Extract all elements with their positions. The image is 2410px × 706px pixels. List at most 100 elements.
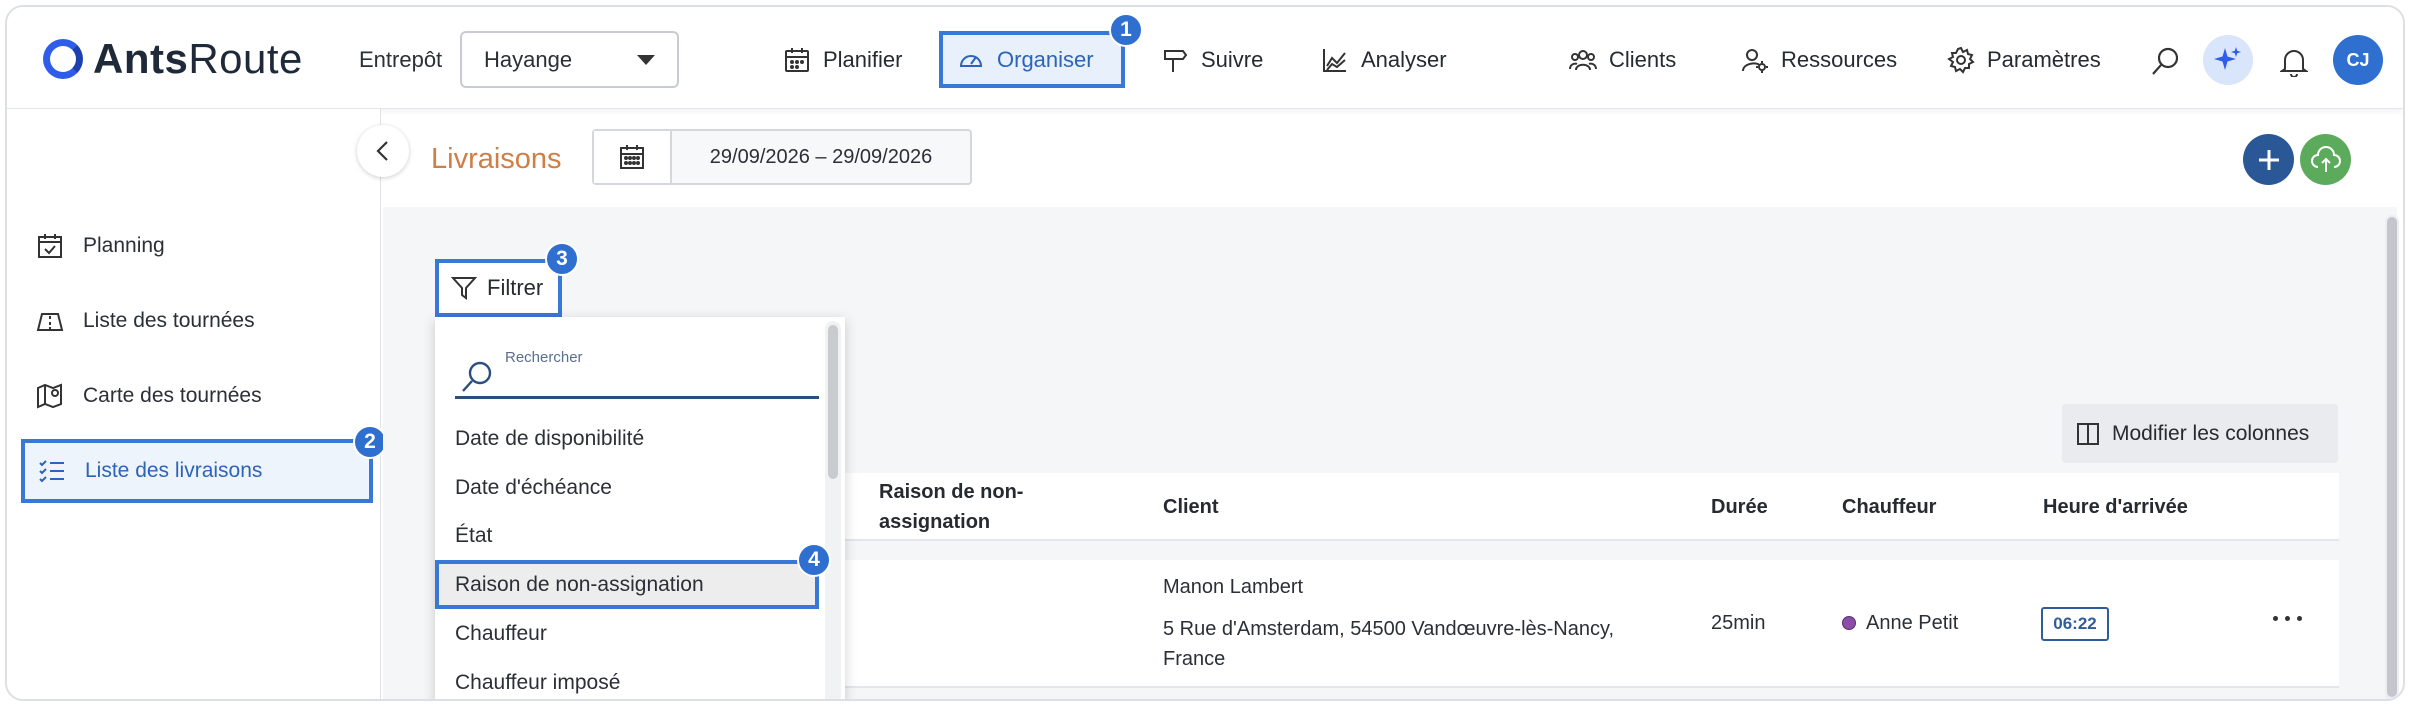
step-badge: 2 — [353, 425, 387, 459]
nav-suivre-label: Suivre — [1201, 46, 1264, 72]
cloud-upload-icon — [2310, 145, 2341, 172]
logo-icon — [43, 39, 83, 79]
column-header-duration[interactable]: Durée — [1711, 492, 1768, 522]
client-address-line2: France — [1163, 648, 1226, 670]
nav-planifier-label: Planifier — [823, 46, 903, 72]
route-list-icon — [36, 313, 64, 331]
sidebar-item-label: Liste des livraisons — [85, 459, 263, 482]
logo-text-light: Route — [188, 35, 303, 82]
nav-parametres-label: Paramètres — [1987, 46, 2101, 72]
dropdown-scrollbar[interactable] — [825, 321, 841, 699]
sparkle-icon — [2214, 47, 2241, 70]
calendar-icon — [620, 145, 644, 169]
funnel-icon — [451, 277, 477, 300]
filter-button[interactable]: Filtrer — [435, 259, 562, 317]
app-logo[interactable]: AntsRoute — [43, 35, 303, 83]
client-address-line1: 5 Rue d'Amsterdam, 54500 Vandœuvre-lès-N… — [1163, 618, 1615, 640]
page-title: Livraisons — [431, 143, 562, 175]
nav-organiser[interactable]: Organiser — [939, 31, 1125, 88]
bell-icon — [2280, 50, 2308, 77]
filter-option[interactable]: Chauffeur — [435, 609, 819, 658]
map-pin-icon — [37, 383, 62, 409]
warehouse-select[interactable]: Hayange — [460, 31, 679, 88]
column-header-driver[interactable]: Chauffeur — [1842, 492, 1936, 522]
nav-analyser[interactable]: Analyser — [1307, 31, 1461, 88]
nav-organiser-label: Organiser — [997, 46, 1094, 72]
search-button[interactable] — [2147, 43, 2183, 79]
step-badge: 1 — [1109, 13, 1143, 47]
nav-clients[interactable]: Clients — [1555, 31, 1690, 88]
logo-text-bold: Ants — [93, 35, 189, 82]
filter-option[interactable]: Date de disponibilité — [435, 414, 819, 463]
modify-columns-label: Modifier les colonnes — [2112, 421, 2310, 445]
app-window: AntsRoute Entrepôt Hayange Planifier Org… — [5, 5, 2405, 701]
filter-button-label: Filtrer — [487, 275, 544, 300]
filter-search-placeholder: Rechercher — [505, 349, 583, 366]
notifications-button[interactable] — [2277, 45, 2311, 79]
calendar-icon — [785, 47, 809, 72]
user-avatar[interactable]: CJ — [2333, 35, 2383, 85]
nav-clients-label: Clients — [1609, 46, 1677, 72]
filter-dropdown: Rechercher Date de disponibilité Date d'… — [435, 317, 845, 699]
calendar-button[interactable] — [594, 131, 672, 183]
date-range-value: 29/09/2026 – 29/09/2026 — [709, 145, 933, 168]
nav-parametres[interactable]: Paramètres — [1933, 31, 2115, 88]
date-range-picker[interactable]: 29/09/2026 – 29/09/2026 — [592, 129, 972, 185]
nav-ressources[interactable]: Ressources — [1727, 31, 1911, 88]
filter-option[interactable]: Date d'échéance — [435, 463, 819, 512]
sidebar-item-liste-tournees[interactable]: Liste des tournées — [27, 290, 373, 352]
driver-cell: Anne Petit — [1842, 608, 1958, 638]
filter-option-highlighted[interactable]: Raison de non-assignation — [435, 560, 819, 609]
sidebar-item-carte-tournees[interactable]: Carte des tournées — [27, 365, 373, 427]
driver-color-dot — [1842, 616, 1856, 630]
sidebar-item-label: Liste des tournées — [83, 309, 255, 332]
gauge-icon — [959, 54, 983, 67]
more-icon — [2273, 616, 2278, 621]
duration-value: 25min — [1711, 612, 1766, 634]
step-badge: 3 — [545, 242, 579, 276]
filter-option[interactable]: Chauffeur imposé — [435, 658, 819, 699]
scrollbar-thumb[interactable] — [828, 325, 838, 479]
nav-planifier[interactable]: Planifier — [769, 31, 916, 88]
collapse-sidebar-button[interactable] — [357, 125, 409, 177]
table-header: Raison de non- assignation Client Durée … — [843, 473, 2339, 541]
column-header-arrival[interactable]: Heure d'arrivée — [2043, 492, 2188, 522]
client-address: 5 Rue d'Amsterdam, 54500 Vandœuvre-lès-N… — [1163, 614, 1614, 674]
client-name: Manon Lambert — [1163, 576, 1304, 598]
filter-option[interactable]: État — [435, 511, 819, 560]
signpost-icon — [1164, 49, 1188, 72]
table-row[interactable]: Manon Lambert 5 Rue d'Amsterdam, 54500 V… — [843, 560, 2339, 688]
row-actions-button[interactable] — [2273, 616, 2302, 621]
add-delivery-button[interactable] — [2243, 134, 2294, 185]
sidebar-item-planning[interactable]: Planning — [27, 215, 373, 277]
sidebar-item-liste-livraisons[interactable]: Liste des livraisons — [21, 439, 373, 503]
main-scrollbar[interactable] — [2385, 215, 2399, 699]
modify-columns-button[interactable]: Modifier les colonnes — [2062, 404, 2338, 463]
user-gear-icon — [1742, 48, 1768, 73]
checklist-icon — [39, 460, 64, 483]
users-icon — [1569, 49, 1597, 70]
nav-ressources-label: Ressources — [1781, 46, 1898, 72]
sidebar-item-label: Planning — [83, 234, 165, 257]
chevron-down-icon — [637, 54, 655, 65]
chart-icon — [1323, 48, 1346, 72]
column-header-reason-line1: Raison de non- — [879, 481, 1024, 503]
nav-suivre[interactable]: Suivre — [1147, 31, 1277, 88]
search-icon — [2152, 47, 2179, 75]
import-button[interactable] — [2300, 134, 2351, 185]
arrival-time-badge: 06:22 — [2041, 607, 2109, 641]
calendar-check-icon — [38, 234, 62, 258]
columns-icon — [2077, 422, 2099, 445]
chevron-left-icon — [376, 141, 388, 161]
warehouse-value: Hayange — [484, 46, 573, 72]
ai-assistant-button[interactable] — [2203, 35, 2253, 85]
warehouse-label: Entrepôt — [359, 47, 443, 72]
column-header-client[interactable]: Client — [1163, 492, 1219, 522]
sidebar-item-label: Carte des tournées — [83, 384, 262, 407]
filter-search-input[interactable]: Rechercher — [455, 337, 819, 399]
search-icon — [462, 361, 492, 392]
scrollbar-thumb[interactable] — [2387, 217, 2397, 697]
column-header-reason[interactable]: Raison de non- assignation — [879, 477, 1023, 537]
gear-icon — [1947, 46, 1975, 74]
plus-icon — [2258, 149, 2279, 170]
